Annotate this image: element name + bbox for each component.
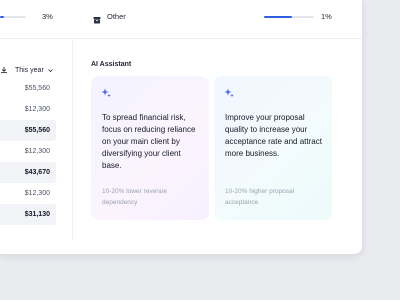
suggestion-text: To spread financial risk, focus on reduc…	[102, 113, 196, 170]
left-progress-bar	[0, 16, 26, 18]
table-row: $12,300	[0, 183, 56, 204]
top-divider	[0, 38, 362, 39]
other-progress-bar	[264, 16, 314, 18]
row-value: $31,130	[24, 211, 50, 218]
other-label: Other	[107, 12, 126, 21]
dashboard-panel: 3% Other 1% This year $55,560 $12,300 $5…	[0, 0, 362, 254]
other-percent: 1%	[321, 12, 332, 21]
table-row: $55,560	[0, 120, 56, 141]
suggestion-text: Improve your proposal quality to increas…	[225, 113, 322, 158]
table-row: $43,670	[0, 162, 56, 183]
row-value: $55,560	[24, 127, 50, 134]
left-percent: 3%	[42, 12, 53, 21]
row-value: $55,560	[24, 85, 50, 92]
suggestion-card[interactable]: To spread financial risk, focus on reduc…	[91, 76, 209, 220]
table-row: $12,300	[0, 141, 56, 162]
table-row: $55,560	[0, 78, 56, 99]
row-value: $12,300	[24, 148, 50, 155]
year-filter-label: This year	[15, 66, 44, 74]
download-icon[interactable]	[0, 61, 8, 79]
suggestion-card[interactable]: Improve your proposal quality to increas…	[214, 76, 332, 220]
year-values-list: $55,560 $12,300 $55,560 $12,300 $43,670 …	[0, 78, 56, 225]
left-progress-fill	[0, 16, 4, 18]
row-value: $43,670	[24, 169, 50, 176]
chevron-down-icon	[47, 61, 54, 79]
suggestion-impact: 10-20% lower revenue dependency	[102, 188, 168, 206]
sparkle-icon	[101, 88, 199, 98]
row-value: $12,300	[24, 106, 50, 113]
folder-icon	[93, 11, 101, 29]
table-row: $31,130	[0, 204, 56, 225]
ai-assistant-title: AI Assistant	[91, 61, 132, 68]
table-row: $12,300	[0, 99, 56, 120]
row-value: $12,300	[24, 190, 50, 197]
other-progress-fill	[264, 16, 292, 18]
year-filter-dropdown[interactable]: This year	[15, 61, 54, 79]
column-divider	[72, 39, 73, 240]
suggestion-impact: 10-20% higher proposal acceptance	[225, 188, 295, 206]
sparkle-icon	[224, 88, 322, 98]
